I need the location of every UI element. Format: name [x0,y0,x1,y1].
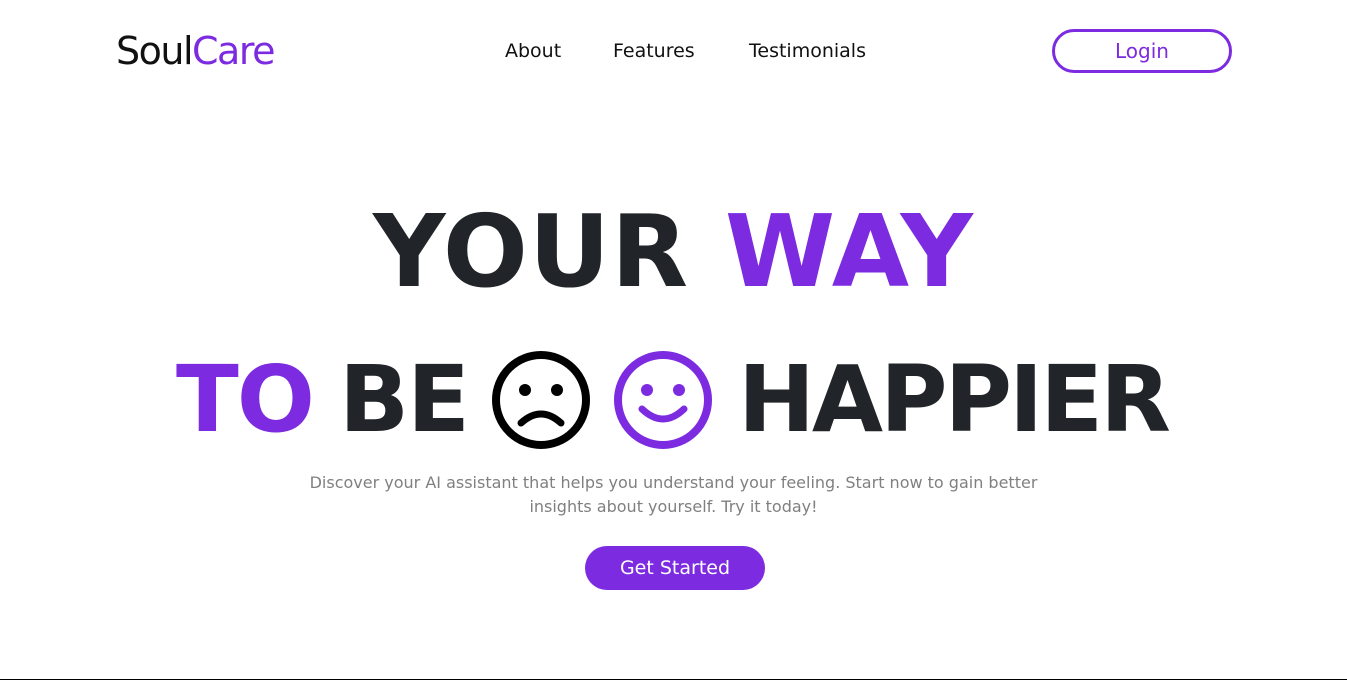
hero-word-way: WAY [724,193,974,310]
brand-logo-part2: Care [192,29,276,73]
hero-word-your: YOUR [373,193,690,310]
hero-word-to: TO [176,346,315,453]
login-button[interactable]: Login [1052,29,1232,73]
happy-face-icon [612,349,714,451]
hero-word-be: BE [338,346,470,453]
nav-link-about[interactable]: About [505,38,561,64]
hero-subtitle: Discover your AI assistant that helps yo… [309,473,1038,516]
brand-logo-part1: Soul [116,29,194,73]
hero-word-happier: HAPPIER [737,346,1171,453]
hero-headline-line1: YOUR WAY [0,192,1347,312]
nav-link-features[interactable]: Features [613,38,695,64]
brand-logo[interactable]: SoulCare [116,28,276,74]
nav-link-testimonials[interactable]: Testimonials [749,38,866,64]
sad-face-icon [490,349,592,451]
get-started-button[interactable]: Get Started [585,546,765,590]
hero-headline-line2: TO BE HAPPIER [176,345,1171,455]
